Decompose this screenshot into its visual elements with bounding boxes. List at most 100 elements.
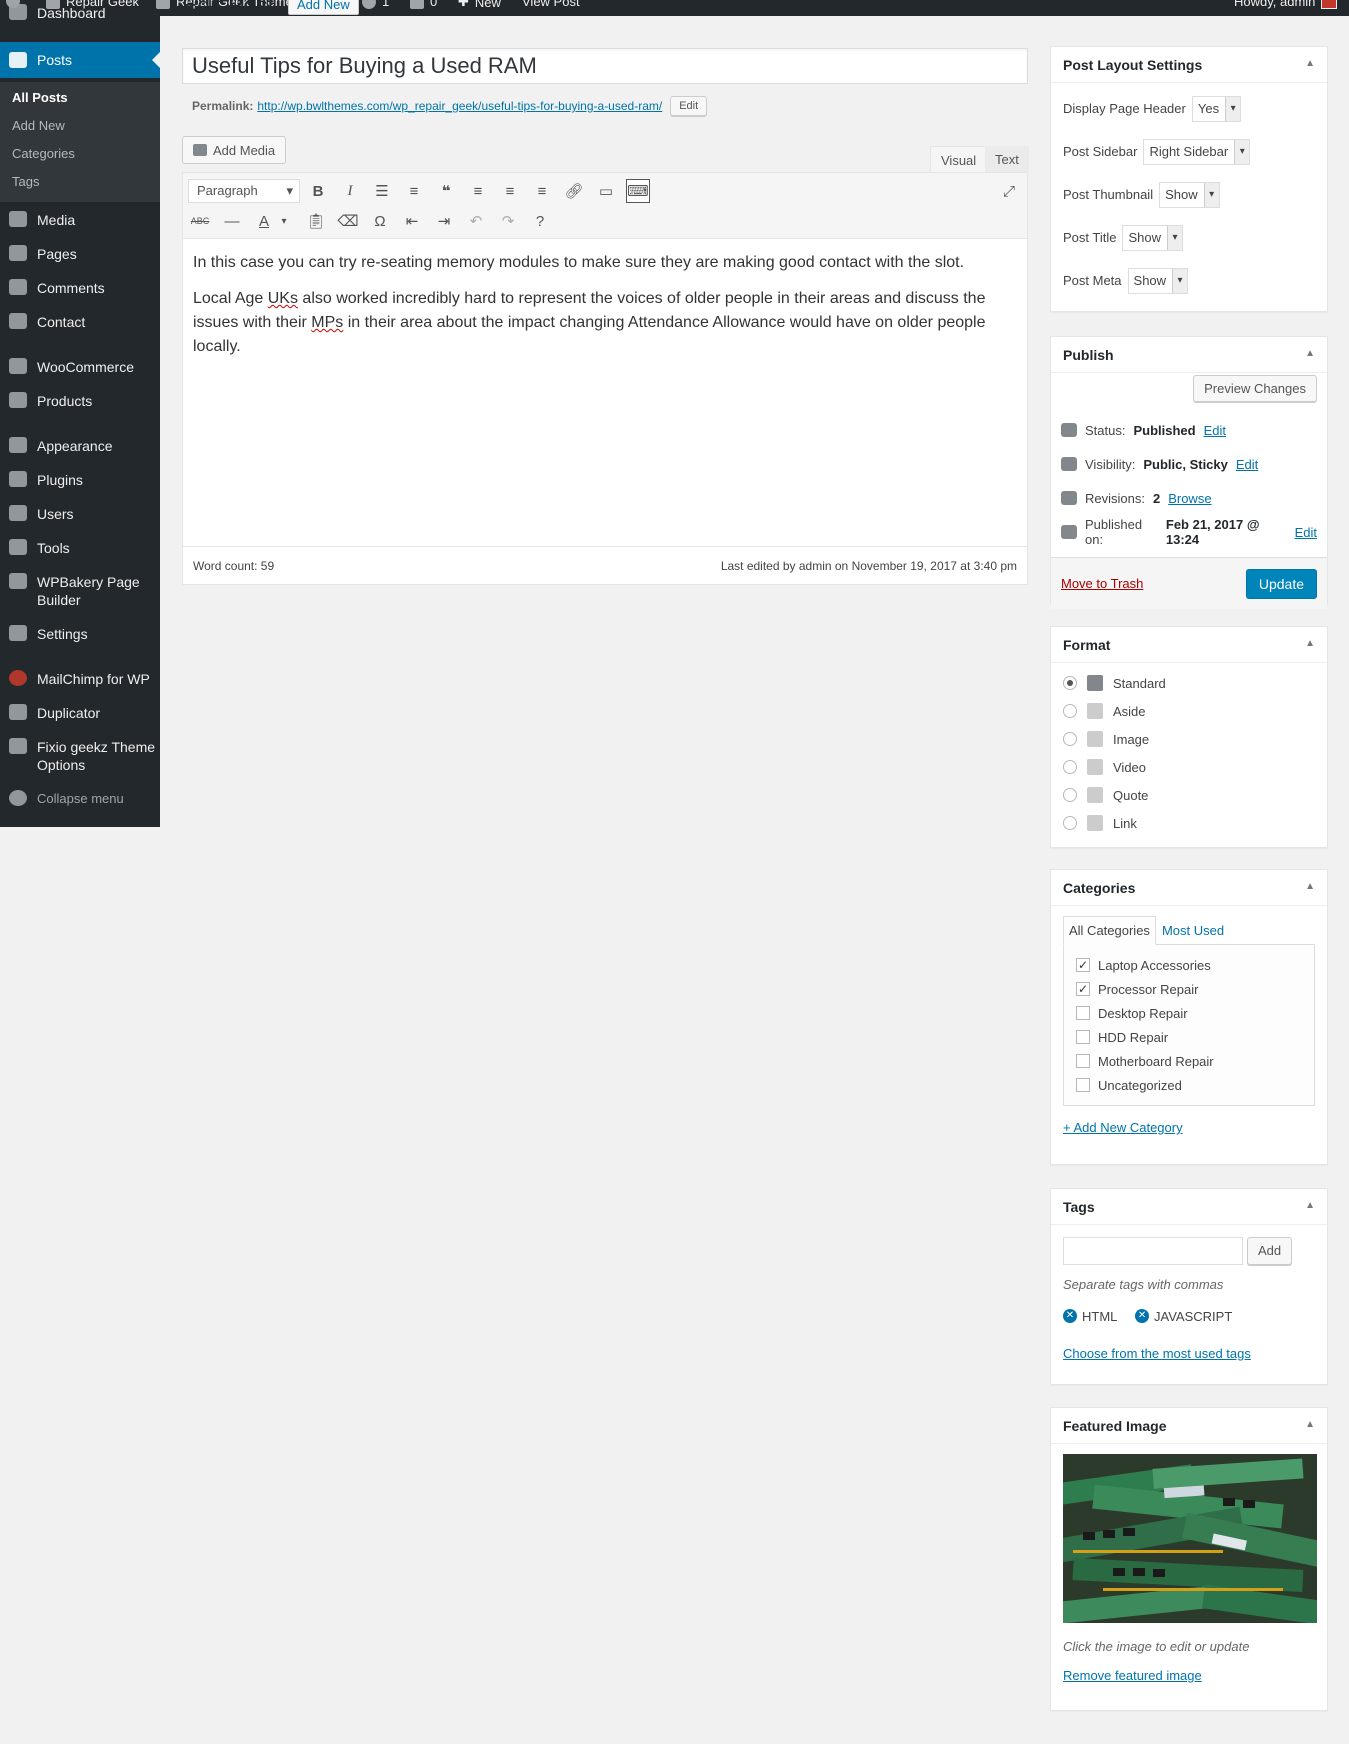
sidebar-item-woocommerce[interactable]: WooCommerce	[0, 358, 160, 376]
editor-content[interactable]: In this case you can try re-seating memo…	[183, 251, 1027, 359]
my-account-link[interactable]: Howdy, admin	[1234, 0, 1338, 9]
sidebar-item-pages[interactable]: Pages	[0, 245, 160, 263]
post-title-select[interactable]: Show ▾	[1122, 224, 1183, 251]
radio-button[interactable]	[1063, 816, 1077, 830]
tab-visual[interactable]: Visual	[930, 146, 988, 172]
submenu-all-posts[interactable]: All Posts	[12, 90, 68, 105]
collapse-arrow-icon[interactable]: ▲	[1305, 1200, 1315, 1211]
submenu-add-new[interactable]: Add New	[12, 118, 65, 133]
post-meta-select[interactable]: Show ▾	[1127, 267, 1189, 294]
link-icon[interactable]: 🔗︎	[562, 179, 586, 203]
choose-tags-link[interactable]: Choose from the most used tags	[1063, 1346, 1251, 1361]
format-option-video[interactable]: Video	[1063, 753, 1315, 781]
update-button[interactable]: Update	[1245, 568, 1317, 599]
read-more-icon[interactable]: ▭	[594, 179, 618, 203]
sidebar-select[interactable]: Right Sidebar ▾	[1143, 138, 1251, 165]
category-item[interactable]: ✓ Processor Repair	[1076, 977, 1302, 1001]
checkbox[interactable]	[1076, 1030, 1090, 1044]
bold-icon[interactable]: B	[306, 179, 330, 203]
add-new-category-link[interactable]: + Add New Category	[1063, 1120, 1183, 1135]
radio-button[interactable]	[1063, 760, 1077, 774]
checkbox[interactable]	[1076, 1078, 1090, 1092]
sidebar-item-plugins[interactable]: Plugins	[0, 471, 160, 489]
post-title-input[interactable]	[182, 48, 1028, 84]
featured-image-ram-modules[interactable]	[1063, 1454, 1317, 1623]
radio-button[interactable]	[1063, 704, 1077, 718]
add-tag-button[interactable]: Add	[1247, 1237, 1293, 1265]
help-icon[interactable]: ?	[528, 209, 552, 233]
sidebar-item-tools[interactable]: Tools	[0, 539, 160, 557]
sidebar-item-comments[interactable]: Comments	[0, 279, 160, 297]
sidebar-item-settings[interactable]: Settings	[0, 625, 160, 643]
collapse-menu-button[interactable]: Collapse menu	[0, 790, 160, 808]
add-new-button[interactable]: Add New	[288, 0, 359, 15]
fullscreen-icon[interactable]: ⤢	[997, 179, 1021, 203]
align-right-icon[interactable]: ≡	[530, 179, 554, 203]
collapse-arrow-icon[interactable]: ▲	[1305, 881, 1315, 892]
postbox-header[interactable]: Featured Image ▲	[1051, 1408, 1327, 1444]
format-option-quote[interactable]: Quote	[1063, 781, 1315, 809]
sidebar-item-products[interactable]: Products	[0, 392, 160, 410]
browse-revisions-link[interactable]: Browse	[1168, 491, 1211, 506]
category-item[interactable]: HDD Repair	[1076, 1025, 1302, 1049]
clear-formatting-icon[interactable]: ⌫	[336, 209, 360, 233]
sidebar-item-wpbakery[interactable]: WPBakery Page Builder	[0, 573, 160, 609]
sidebar-item-users[interactable]: Users	[0, 505, 160, 523]
sidebar-item-media[interactable]: Media	[0, 211, 160, 229]
format-option-standard[interactable]: Standard	[1063, 669, 1315, 697]
align-center-icon[interactable]: ≡	[498, 179, 522, 203]
radio-button[interactable]	[1063, 788, 1077, 802]
collapse-arrow-icon[interactable]: ▲	[1305, 348, 1315, 359]
format-option-image[interactable]: Image	[1063, 725, 1315, 753]
sidebar-item-posts[interactable]: Posts	[0, 42, 160, 78]
submenu-categories[interactable]: Categories	[12, 146, 75, 161]
preview-changes-button[interactable]: Preview Changes	[1193, 375, 1317, 402]
postbox-header[interactable]: Categories ▲	[1051, 870, 1327, 906]
sidebar-item-contact[interactable]: Contact	[0, 313, 160, 331]
indent-icon[interactable]: ⇥	[432, 209, 456, 233]
tab-all-categories[interactable]: All Categories	[1063, 916, 1156, 945]
date-edit-link[interactable]: Edit	[1295, 525, 1317, 540]
permalink-edit-button[interactable]: Edit	[670, 96, 708, 116]
postbox-header[interactable]: Post Layout Settings ▲	[1051, 47, 1327, 83]
category-item[interactable]: Desktop Repair	[1076, 1001, 1302, 1025]
checkbox[interactable]	[1076, 1006, 1090, 1020]
blockquote-icon[interactable]: ❝	[434, 179, 458, 203]
category-item[interactable]: Uncategorized	[1076, 1073, 1302, 1097]
toolbar-toggle-icon[interactable]: ⌨︎	[626, 179, 650, 203]
remove-tag-icon[interactable]: ✕	[1135, 1309, 1150, 1323]
status-edit-link[interactable]: Edit	[1204, 423, 1226, 438]
chevron-down-icon[interactable]: ▾	[272, 209, 296, 233]
checkbox[interactable]: ✓	[1076, 982, 1090, 996]
italic-icon[interactable]: I	[338, 179, 362, 203]
tab-text[interactable]: Text	[985, 146, 1029, 172]
format-option-aside[interactable]: Aside	[1063, 697, 1315, 725]
strikethrough-icon[interactable]: ABC	[188, 209, 212, 233]
remove-featured-image-link[interactable]: Remove featured image	[1063, 1668, 1202, 1683]
horizontal-line-icon[interactable]: —	[220, 209, 244, 233]
display-header-select[interactable]: Yes ▾	[1191, 95, 1242, 122]
postbox-header[interactable]: Format ▲	[1051, 627, 1327, 663]
postbox-header[interactable]: Publish ▲	[1051, 337, 1327, 373]
sidebar-item-dashboard[interactable]: Dashboard	[0, 4, 160, 20]
checkbox[interactable]: ✓	[1076, 958, 1090, 972]
sidebar-item-appearance[interactable]: Appearance	[0, 437, 160, 455]
category-item[interactable]: Motherboard Repair	[1076, 1049, 1302, 1073]
undo-icon[interactable]: ↶	[464, 209, 488, 233]
bullet-list-icon[interactable]: ☰	[370, 179, 394, 203]
redo-icon[interactable]: ↷	[496, 209, 520, 233]
collapse-arrow-icon[interactable]: ▲	[1305, 638, 1315, 649]
category-item[interactable]: ✓ Laptop Accessories	[1076, 953, 1302, 977]
permalink-url[interactable]: http://wp.bwlthemes.com/wp_repair_geek/u…	[257, 99, 662, 113]
radio-button[interactable]	[1063, 676, 1077, 690]
tab-most-used[interactable]: Most Used	[1156, 916, 1230, 945]
postbox-header[interactable]: Tags ▲	[1051, 1189, 1327, 1225]
special-character-icon[interactable]: Ω	[368, 209, 392, 233]
sidebar-item-duplicator[interactable]: Duplicator	[0, 704, 160, 722]
submenu-tags[interactable]: Tags	[12, 174, 39, 189]
new-tag-input[interactable]	[1063, 1237, 1243, 1265]
align-left-icon[interactable]: ≡	[466, 179, 490, 203]
thumbnail-select[interactable]: Show ▾	[1159, 181, 1220, 208]
format-option-link[interactable]: Link	[1063, 809, 1315, 837]
numbered-list-icon[interactable]: ≡	[402, 179, 426, 203]
